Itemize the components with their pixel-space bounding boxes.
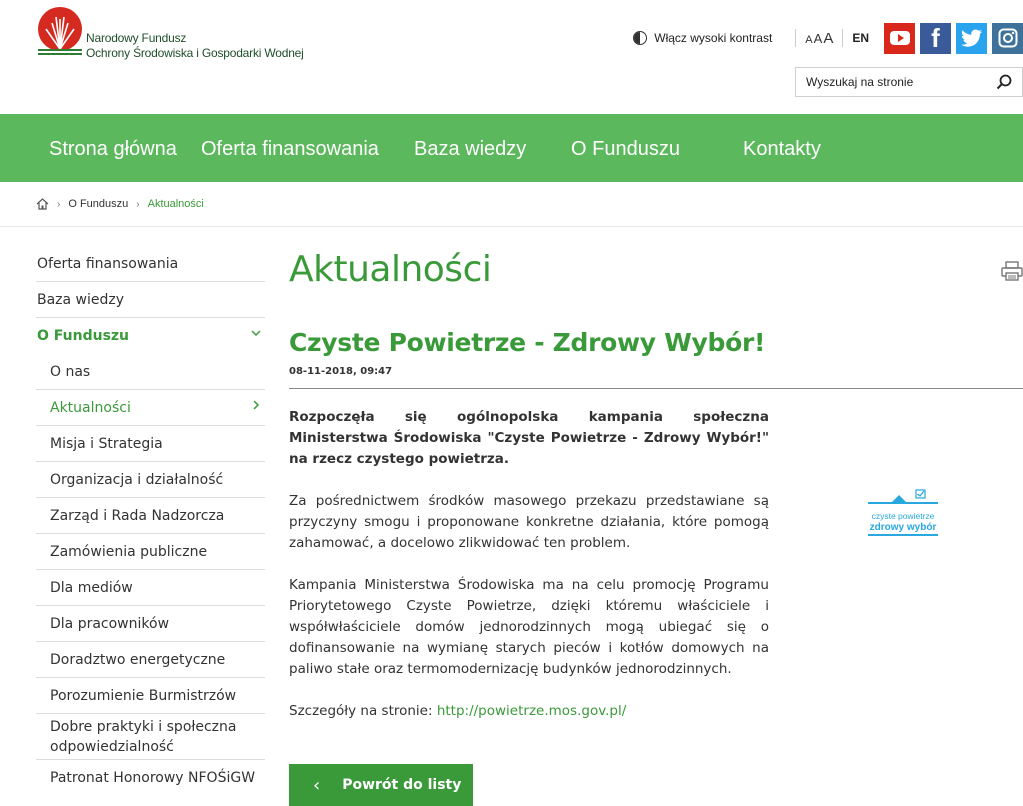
chevron-left-icon: ‹	[313, 774, 321, 796]
site-logo[interactable]: Narodowy Fundusz Ochrony Środowiska i Go…	[36, 5, 326, 67]
toolbar-divider	[842, 29, 844, 47]
article-date: 08-11-2018, 09:47	[289, 366, 393, 377]
sidebar-item-label: Misja i Strategia	[50, 435, 163, 452]
twitter-icon[interactable]	[956, 22, 987, 54]
sidebar-item-zamowienia[interactable]: Zamówienia publiczne	[36, 534, 265, 570]
font-size-small-button[interactable]: A	[805, 34, 812, 46]
back-to-list-button[interactable]: ‹ Powrót do listy	[289, 764, 473, 806]
sidebar-item-about[interactable]: O Funduszu	[36, 318, 265, 354]
youtube-icon[interactable]	[884, 22, 915, 54]
sidebar-item-label: Doradztwo energetyczne	[50, 651, 226, 668]
logo-text: Narodowy Fundusz Ochrony Środowiska i Go…	[86, 31, 304, 61]
main-nav: Strona główna Oferta finansowania Baza w…	[0, 114, 1023, 182]
contrast-icon	[633, 31, 648, 45]
sidebar-item-label: Aktualności	[50, 399, 131, 416]
logo-line-1: Narodowy Fundusz	[86, 31, 187, 45]
logo-line-2: Ochrony Środowiska i Gospodarki Wodnej	[86, 46, 304, 60]
details-link[interactable]: http://powietrze.mos.gov.pl/	[437, 703, 626, 719]
sidebar-item-label: Zamówienia publiczne	[50, 543, 208, 560]
nav-item-financing[interactable]: Oferta finansowania	[201, 138, 379, 161]
sidebar-item-porozumienie[interactable]: Porozumienie Burmistrzów	[36, 678, 265, 714]
sidebar-item-doradztwo[interactable]: Doradztwo energetyczne	[36, 642, 265, 678]
search-icon[interactable]	[996, 74, 1012, 90]
top-toolbar: Włącz wysoki kontrast A A A EN f	[633, 22, 1023, 54]
sidebar-item-organizacja[interactable]: Organizacja i działalność	[36, 462, 265, 498]
sidebar-item-label: O nas	[50, 363, 91, 380]
breadcrumb-divider	[0, 226, 1023, 227]
sidebar-item-dobre-praktyki[interactable]: Dobre praktyki i społeczna odpowiedzialn…	[36, 714, 265, 760]
nav-item-contacts[interactable]: Kontakty	[743, 138, 821, 161]
sidebar-item-pracownicy[interactable]: Dla pracowników	[36, 606, 265, 642]
language-switch-en[interactable]: EN	[852, 31, 869, 45]
nav-item-about[interactable]: O Funduszu	[571, 138, 680, 161]
campaign-logo-line-2: zdrowy wybór	[870, 522, 937, 533]
instagram-icon[interactable]	[992, 22, 1023, 54]
article-title: Czyste Powietrze - Zdrowy Wybór!	[289, 328, 766, 357]
high-contrast-toggle[interactable]: Włącz wysoki kontrast	[633, 31, 772, 45]
search-input[interactable]: Wyszukaj na stronie	[806, 75, 913, 89]
sidebar-item-patronat[interactable]: Patronat Honorowy NFOŚiGW	[36, 760, 265, 796]
breadcrumb: › O Funduszu › Aktualności	[36, 198, 204, 210]
site-header: Narodowy Fundusz Ochrony Środowiska i Go…	[0, 0, 1023, 114]
nav-item-knowledge[interactable]: Baza wiedzy	[414, 138, 526, 161]
sidebar-item-aktualnosci[interactable]: Aktualności	[36, 390, 265, 426]
nav-item-home[interactable]: Strona główna	[49, 138, 177, 161]
logo-emblem-icon	[38, 7, 82, 55]
page-title: Aktualności	[289, 249, 492, 290]
sidebar-item-label: Dla mediów	[50, 579, 133, 596]
breadcrumb-separator-icon: ›	[57, 198, 61, 210]
back-to-list-label: Powrót do listy	[342, 777, 462, 793]
home-icon[interactable]	[36, 198, 49, 210]
article-paragraph: Za pośrednictwem środków masowego przeka…	[289, 493, 769, 551]
font-size-medium-button[interactable]: A	[814, 31, 823, 46]
font-size-controls: A A A	[805, 30, 833, 47]
facebook-icon[interactable]: f	[920, 22, 951, 54]
sidebar-item-label: Organizacja i działalność	[50, 471, 224, 488]
sidebar-item-media[interactable]: Dla mediów	[36, 570, 265, 606]
breadcrumb-separator-icon: ›	[136, 198, 140, 210]
sidebar-item-label: Oferta finansowania	[37, 255, 179, 272]
sidebar-item-label: Dla pracowników	[50, 615, 170, 632]
font-size-large-button[interactable]: A	[823, 30, 833, 47]
sidebar-item-label: Porozumienie Burmistrzów	[50, 687, 237, 704]
breadcrumb-item-about[interactable]: O Funduszu	[68, 198, 128, 210]
sidebar-item-label: Baza wiedzy	[37, 291, 125, 308]
campaign-logo: czyste powietrze zdrowy wybór	[868, 489, 938, 536]
article-lead: Rozpoczęła się ogólnopolska kampania spo…	[289, 409, 769, 467]
article-body: Rozpoczęła się ogólnopolska kampania spo…	[289, 407, 769, 743]
sidebar-item-label: Dobre praktyki i społeczna odpowiedzialn…	[50, 718, 237, 755]
sidebar-item-o-nas[interactable]: O nas	[36, 354, 265, 390]
sidebar-item-financing[interactable]: Oferta finansowania	[36, 246, 265, 282]
details-label: Szczegóły na stronie:	[289, 703, 437, 719]
sidebar-item-label: Patronat Honorowy NFOŚiGW	[50, 770, 256, 786]
contrast-label: Włącz wysoki kontrast	[654, 31, 773, 45]
article-divider	[289, 388, 1023, 389]
breadcrumb-item-current: Aktualności	[147, 198, 204, 210]
chevron-right-icon	[253, 400, 260, 410]
search-box[interactable]: Wyszukaj na stronie	[795, 67, 1023, 97]
article-details: Szczegóły na stronie: http://powietrze.m…	[289, 701, 769, 722]
sidebar: Oferta finansowania Baza wiedzy O Fundus…	[36, 246, 265, 796]
sidebar-item-misja[interactable]: Misja i Strategia	[36, 426, 265, 462]
chevron-down-icon	[251, 330, 261, 337]
sidebar-item-knowledge[interactable]: Baza wiedzy	[36, 282, 265, 318]
campaign-logo-line-1: czyste powietrze	[872, 511, 935, 521]
sidebar-item-label: Zarząd i Rada Nadzorcza	[50, 507, 225, 524]
sidebar-item-zarzad[interactable]: Zarząd i Rada Nadzorcza	[36, 498, 265, 534]
toolbar-divider	[795, 29, 797, 47]
article-paragraph: Kampania Ministerstwa Środowiska ma na c…	[289, 577, 769, 677]
print-icon[interactable]	[1001, 261, 1023, 281]
sidebar-item-label: O Funduszu	[37, 328, 130, 344]
